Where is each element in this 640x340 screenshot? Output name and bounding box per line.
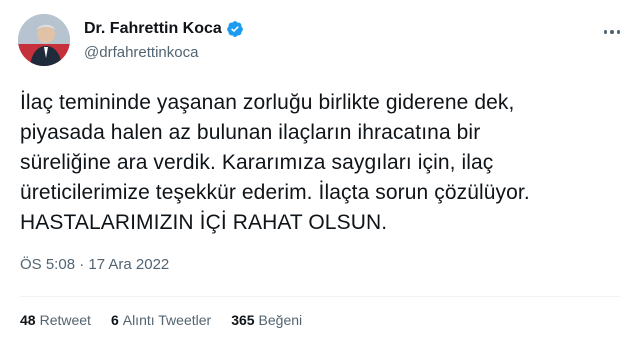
likes-count: 365 xyxy=(231,312,255,328)
avatar-image xyxy=(18,14,70,66)
tweet-timestamp[interactable]: ÖS 5:08 · 17 Ara 2022 xyxy=(20,256,169,273)
retweets-label: Retweet xyxy=(39,312,91,328)
likes-stat[interactable]: 365 Beğeni xyxy=(231,312,302,328)
quote-tweets-count: 6 xyxy=(110,312,119,328)
author-name-row: Dr. Fahrettin Koca xyxy=(84,20,244,38)
more-dot xyxy=(616,30,621,34)
quote-tweets-label: Alıntı Tweetler xyxy=(122,312,212,328)
author-display-name[interactable]: Dr. Fahrettin Koca xyxy=(84,20,222,38)
retweets-count: 48 xyxy=(20,312,36,328)
tweet-text-line: piyasada halen az bulunan ilaçların ihra… xyxy=(20,121,481,144)
tweet-stats: 48 Retweet 6 Alıntı Tweetler 365 Beğeni xyxy=(20,312,302,328)
likes-label: Beğeni xyxy=(258,312,303,328)
tweet-text: İlaç temininde yaşanan zorluğu birlikte … xyxy=(20,88,620,238)
tweet-text-line: İlaç temininde yaşanan zorluğu birlikte … xyxy=(20,91,515,114)
tweet-text-line: HASTALARIMIZIN İÇİ RAHAT OLSUN. xyxy=(20,211,388,234)
author-handle[interactable]: @drfahrettinkoca xyxy=(84,44,198,61)
more-dot xyxy=(610,30,614,34)
verified-badge-icon xyxy=(226,20,244,38)
retweets-stat[interactable]: 48 Retweet xyxy=(20,312,91,328)
tweet-card: Dr. Fahrettin Koca @drfahrettinkoca İlaç… xyxy=(0,0,640,340)
tweet-text-line: üreticilerimize teşekkür ederim. İlaçta … xyxy=(20,181,530,204)
quote-tweets-stat[interactable]: 6 Alıntı Tweetler xyxy=(111,312,211,328)
more-dot xyxy=(603,30,608,34)
more-options-icon[interactable] xyxy=(598,18,626,46)
tweet-text-line: süreliğine ara verdik. Kararımıza saygıl… xyxy=(20,151,494,174)
avatar[interactable] xyxy=(18,14,70,66)
divider xyxy=(20,296,620,297)
